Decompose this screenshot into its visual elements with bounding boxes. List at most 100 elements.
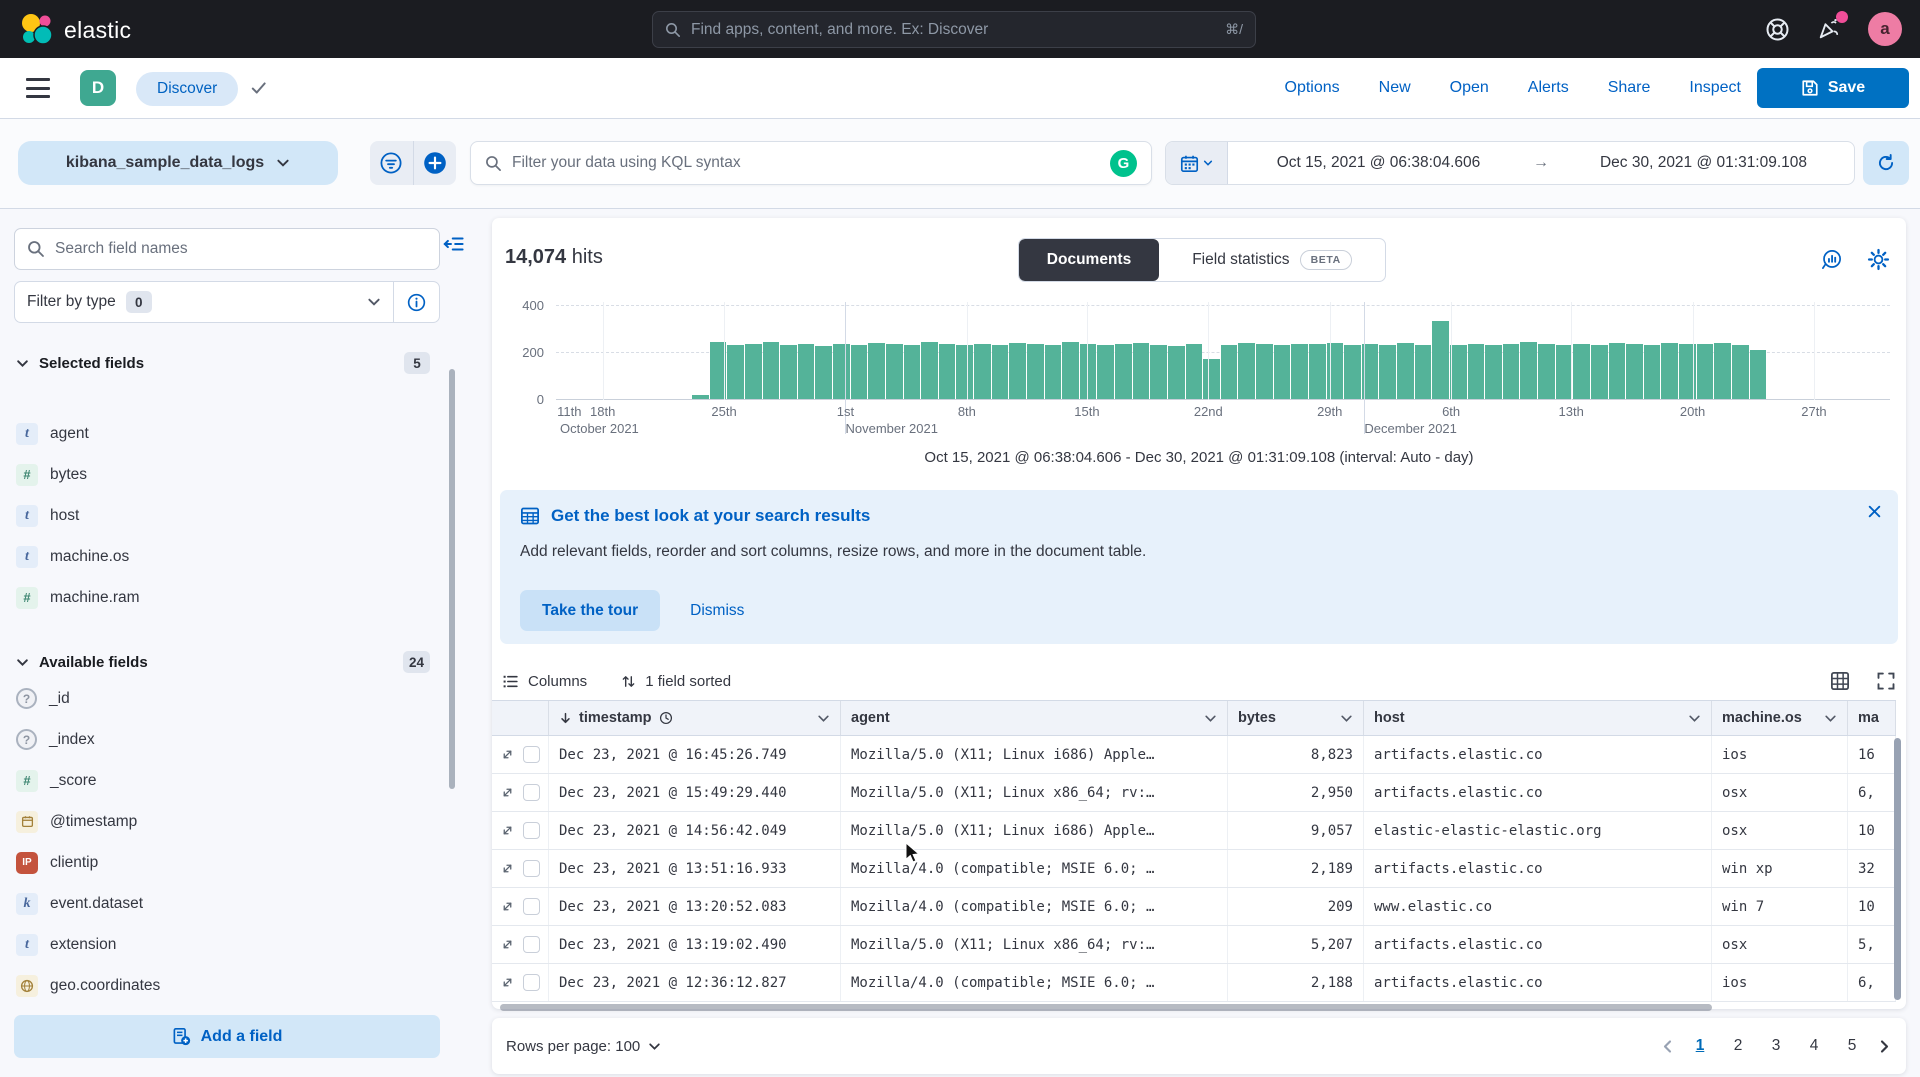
nav-link-alerts[interactable]: Alerts — [1528, 79, 1569, 97]
histogram-bar[interactable] — [939, 344, 956, 399]
histogram-bar[interactable] — [1133, 343, 1150, 399]
histogram-bar[interactable] — [974, 344, 991, 399]
histogram-bar[interactable] — [1115, 344, 1132, 399]
histogram-bar[interactable] — [921, 342, 938, 399]
selected-field-machine.os[interactable]: tmachine.os — [16, 536, 416, 577]
histogram-plot[interactable] — [556, 302, 1890, 400]
filter-by-type-button[interactable]: Filter by type 0 — [15, 291, 393, 313]
histogram-bar[interactable] — [1485, 345, 1502, 399]
field-search-input[interactable] — [55, 240, 427, 258]
expand-row-icon[interactable] — [501, 862, 514, 875]
date-to[interactable]: Dec 30, 2021 @ 01:31:09.108 — [1553, 154, 1854, 172]
sidebar-scrollbar[interactable] — [449, 369, 455, 789]
available-field-event.dataset[interactable]: kevent.dataset — [16, 883, 416, 924]
histogram-bar[interactable] — [1045, 345, 1062, 399]
histogram-bar[interactable] — [1591, 345, 1608, 399]
sort-fields-button[interactable]: 1 field sorted — [621, 673, 731, 690]
histogram-bar[interactable] — [992, 345, 1009, 399]
selected-field-agent[interactable]: tagent — [16, 413, 416, 454]
fullscreen-icon[interactable] — [1876, 671, 1896, 691]
row-checkbox[interactable] — [523, 784, 540, 801]
histogram-bar[interactable] — [851, 345, 868, 399]
nav-link-new[interactable]: New — [1379, 79, 1411, 97]
nav-link-open[interactable]: Open — [1450, 79, 1489, 97]
histogram-bar[interactable] — [1609, 343, 1626, 399]
histogram-bar[interactable] — [1221, 345, 1238, 399]
available-field-_score[interactable]: #_score — [16, 760, 416, 801]
histogram-bar[interactable] — [868, 343, 885, 399]
date-from[interactable]: Oct 15, 2021 @ 06:38:04.606 — [1228, 154, 1529, 172]
histogram-bar[interactable] — [1379, 345, 1396, 399]
page-3[interactable]: 3 — [1763, 1033, 1789, 1059]
histogram-bar[interactable] — [1432, 321, 1449, 399]
selected-fields-header[interactable]: Selected fields 5 — [16, 351, 430, 375]
histogram-bar[interactable] — [1520, 342, 1537, 399]
row-checkbox[interactable] — [523, 974, 540, 991]
global-search[interactable]: ⌘/ — [652, 11, 1256, 48]
histogram-bar[interactable] — [1661, 343, 1678, 399]
help-icon[interactable] — [1765, 17, 1790, 42]
expand-row-icon[interactable] — [501, 938, 514, 951]
header-machine-os[interactable]: machine.os — [1712, 701, 1848, 735]
available-field-_index[interactable]: ?_index — [16, 719, 416, 760]
histogram-bar[interactable] — [1450, 345, 1467, 399]
tab-documents[interactable]: Documents — [1019, 239, 1159, 281]
header-agent[interactable]: agent — [841, 701, 1228, 735]
chart-options-icon[interactable] — [1820, 248, 1843, 271]
histogram-bar[interactable] — [763, 342, 780, 399]
histogram-bar[interactable] — [1309, 344, 1326, 399]
page-4[interactable]: 4 — [1801, 1033, 1827, 1059]
close-icon[interactable] — [1867, 504, 1882, 519]
histogram-bar[interactable] — [1256, 344, 1273, 399]
global-search-input[interactable] — [691, 21, 1215, 39]
data-view-picker[interactable]: kibana_sample_data_logs — [18, 141, 338, 185]
histogram-bar[interactable] — [1344, 345, 1361, 399]
histogram-bar[interactable] — [1274, 345, 1291, 399]
selected-field-host[interactable]: thost — [16, 495, 416, 536]
save-button[interactable]: Save — [1757, 68, 1909, 108]
available-fields-header[interactable]: Available fields 24 — [16, 650, 430, 674]
refresh-button[interactable] — [1863, 141, 1909, 185]
header-bytes[interactable]: bytes — [1228, 701, 1364, 735]
newsfeed-icon[interactable] — [1816, 16, 1842, 42]
nav-link-options[interactable]: Options — [1285, 79, 1340, 97]
info-icon[interactable] — [393, 282, 439, 322]
row-checkbox[interactable] — [523, 746, 540, 763]
header-machine-ram-clipped[interactable]: ma — [1848, 701, 1896, 735]
calendar-icon[interactable] — [1166, 142, 1228, 184]
header-host[interactable]: host — [1364, 701, 1712, 735]
available-field-_id[interactable]: ?_id — [16, 678, 416, 719]
histogram-bar[interactable] — [1186, 344, 1203, 399]
histogram-bar[interactable] — [1415, 345, 1432, 399]
available-field-extension[interactable]: textension — [16, 924, 416, 965]
prev-page-icon[interactable] — [1660, 1039, 1675, 1054]
header-timestamp[interactable]: timestamp — [549, 701, 841, 735]
histogram-bar[interactable] — [1697, 344, 1714, 399]
saved-query-icon[interactable] — [370, 141, 413, 185]
kql-input[interactable] — [512, 154, 1100, 172]
display-options-icon[interactable] — [1830, 671, 1850, 691]
kql-query-bar[interactable]: G — [470, 141, 1152, 185]
vertical-scrollbar[interactable] — [1894, 738, 1901, 1000]
histogram-bar[interactable] — [815, 346, 832, 399]
histogram-bar[interactable] — [1062, 342, 1079, 399]
take-tour-button[interactable]: Take the tour — [520, 590, 660, 631]
histogram-bar[interactable] — [1203, 359, 1220, 399]
row-checkbox[interactable] — [523, 936, 540, 953]
space-badge[interactable]: D — [80, 70, 116, 106]
histogram-bar[interactable] — [1573, 344, 1590, 399]
breadcrumb-discover[interactable]: Discover — [136, 72, 238, 106]
row-checkbox[interactable] — [523, 822, 540, 839]
histogram-bar[interactable] — [1009, 343, 1026, 399]
histogram-bar[interactable] — [1150, 345, 1167, 399]
histogram-bar[interactable] — [1556, 345, 1573, 399]
row-checkbox[interactable] — [523, 898, 540, 915]
histogram-bar[interactable] — [904, 345, 921, 399]
elastic-logo[interactable]: elastic — [20, 13, 131, 47]
histogram-bar[interactable] — [833, 344, 850, 399]
histogram-bar[interactable] — [780, 345, 797, 399]
nav-link-inspect[interactable]: Inspect — [1689, 79, 1741, 97]
tab-field-statistics[interactable]: Field statistics BETA — [1159, 239, 1385, 281]
field-search[interactable] — [14, 228, 440, 270]
histogram-bar[interactable] — [1097, 345, 1114, 399]
